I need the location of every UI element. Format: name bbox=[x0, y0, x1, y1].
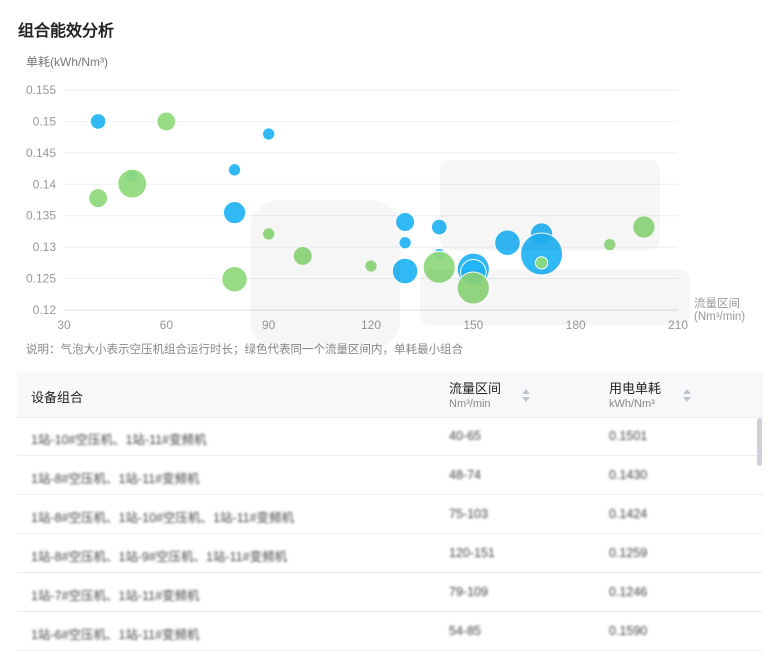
cell-combo: 1站-8#空压机、1站-9#空压机、1站-11#变频机 bbox=[31, 550, 288, 564]
x-tick-label: 180 bbox=[566, 318, 586, 332]
table-scrollbar[interactable] bbox=[757, 418, 762, 466]
blue-bubble bbox=[494, 229, 521, 256]
cell-unit: 0.1246 bbox=[609, 585, 648, 599]
cell-flow: 120-151 bbox=[449, 546, 495, 560]
x-tick-label: 150 bbox=[463, 318, 483, 332]
cell-combo: 1站-8#空压机、1站-11#变频机 bbox=[31, 472, 200, 486]
blue-bubble bbox=[391, 257, 419, 285]
green-bubble bbox=[156, 111, 177, 132]
cell-flow: 75-103 bbox=[449, 507, 488, 521]
sort-unit-icon[interactable] bbox=[683, 389, 691, 403]
x-tick-label: 210 bbox=[668, 318, 688, 332]
blue-bubble bbox=[222, 200, 247, 225]
th-unit-unit: kWh/Nm³ bbox=[609, 398, 655, 410]
chart-note: 说明：气泡大小表示空压机组合运行时长；绿色代表同一个流量区间内，单耗最小组合 bbox=[26, 344, 463, 356]
cell-flow: 79-109 bbox=[449, 585, 488, 599]
table-header: 设备组合 流量区间 Nm³/min 用电单耗 kWh/Nm³ bbox=[17, 372, 763, 418]
cell-combo: 1站-10#空压机、1站-11#变频机 bbox=[31, 433, 207, 447]
cell-flow: 48-74 bbox=[449, 468, 481, 482]
x-tick-label: 120 bbox=[361, 318, 381, 332]
x-tick-label: 60 bbox=[160, 318, 174, 332]
cell-combo: 1站-8#空压机、1站-10#空压机、1站-11#变频机 bbox=[31, 511, 295, 525]
green-bubble bbox=[221, 265, 248, 293]
green-bubble bbox=[534, 256, 549, 270]
green-bubble bbox=[292, 245, 313, 266]
x-axis-label: 流量区间 bbox=[694, 296, 740, 310]
sort-flow-icon[interactable] bbox=[522, 389, 530, 403]
blue-bubble bbox=[398, 236, 412, 250]
table-row[interactable]: 1站-8#空压机、1站-11#变频机 48-74 0.1430 bbox=[17, 456, 763, 495]
x-tick-label: 30 bbox=[57, 318, 71, 332]
green-bubble bbox=[422, 250, 456, 284]
th-flow-unit: Nm³/min bbox=[449, 398, 491, 410]
y-tick-label: 0.14 bbox=[33, 177, 57, 191]
table-body: 1站-10#空压机、1站-11#变频机 40-65 0.1501 1站-8#空压… bbox=[17, 417, 763, 651]
y-tick-label: 0.145 bbox=[26, 146, 56, 160]
cell-flow: 40-65 bbox=[449, 429, 481, 443]
blue-bubble bbox=[89, 113, 107, 130]
sort-desc-icon[interactable] bbox=[683, 397, 691, 402]
combo-table: 设备组合 流量区间 Nm³/min 用电单耗 kWh/Nm³ 1站-10#空压机… bbox=[17, 372, 763, 663]
bubble-chart-svg: 0.12 0.125 0.13 0.135 0.14 0.145 0.15 0.155 30 60… bbox=[26, 55, 745, 332]
blue-bubble bbox=[395, 212, 416, 232]
green-bubble bbox=[364, 259, 378, 273]
sort-asc-icon[interactable] bbox=[683, 389, 691, 394]
blue-bubble bbox=[262, 127, 276, 141]
green-bubble bbox=[456, 271, 490, 305]
cell-unit: 0.1590 bbox=[609, 624, 648, 638]
table-row[interactable]: 1站-6#空压机、1站-11#变频机 54-85 0.1590 bbox=[17, 612, 763, 651]
green-bubble bbox=[603, 237, 617, 252]
cell-combo: 1站-7#空压机、1站-11#变频机 bbox=[31, 589, 200, 603]
th-unit[interactable]: 用电单耗 bbox=[609, 378, 661, 397]
table-row[interactable]: 1站-10#空压机、1站-11#变频机 40-65 0.1501 bbox=[17, 417, 763, 456]
th-flow[interactable]: 流量区间 bbox=[449, 378, 501, 397]
blue-bubble bbox=[430, 218, 448, 236]
y-tick-label: 0.155 bbox=[26, 83, 56, 97]
cell-combo: 1站-6#空压机、1站-11#变频机 bbox=[31, 628, 200, 642]
x-tick-label: 90 bbox=[262, 318, 276, 332]
y-tick-label: 0.12 bbox=[33, 303, 57, 317]
y-axis-label: 单耗(kWh/Nm³) bbox=[26, 55, 108, 69]
table-row[interactable]: 1站-8#空压机、1站-10#空压机、1站-11#变频机 75-103 0.14… bbox=[17, 495, 763, 534]
green-bubble bbox=[88, 188, 109, 209]
cell-unit: 0.1259 bbox=[609, 546, 648, 560]
blue-bubble bbox=[227, 163, 242, 177]
y-tick-label: 0.135 bbox=[26, 209, 56, 223]
cell-unit: 0.1501 bbox=[609, 429, 648, 443]
green-bubble bbox=[632, 215, 656, 239]
y-tick-label: 0.15 bbox=[33, 114, 57, 128]
cell-unit: 0.1424 bbox=[609, 507, 648, 521]
cell-unit: 0.1430 bbox=[609, 468, 648, 482]
y-tick-label: 0.13 bbox=[33, 240, 57, 254]
cell-flow: 54-85 bbox=[449, 624, 481, 638]
sort-desc-icon[interactable] bbox=[522, 397, 530, 402]
y-tick-label: 0.125 bbox=[26, 272, 56, 286]
th-combo: 设备组合 bbox=[31, 390, 84, 405]
x-axis-label: (Nm³/min) bbox=[694, 311, 745, 323]
panel-title: 组合能效分析 bbox=[18, 23, 115, 40]
table-row[interactable]: 1站-7#空压机、1站-11#变频机 79-109 0.1246 bbox=[17, 573, 763, 612]
sort-asc-icon[interactable] bbox=[522, 389, 530, 394]
bubble-chart: 0.12 0.125 0.13 0.135 0.14 0.145 0.15 0.155 30 60… bbox=[0, 48, 772, 338]
table-row[interactable]: 1站-8#空压机、1站-9#空压机、1站-11#变频机 120-151 0.12… bbox=[17, 534, 763, 573]
green-bubble bbox=[117, 168, 148, 199]
green-bubble bbox=[262, 227, 276, 241]
